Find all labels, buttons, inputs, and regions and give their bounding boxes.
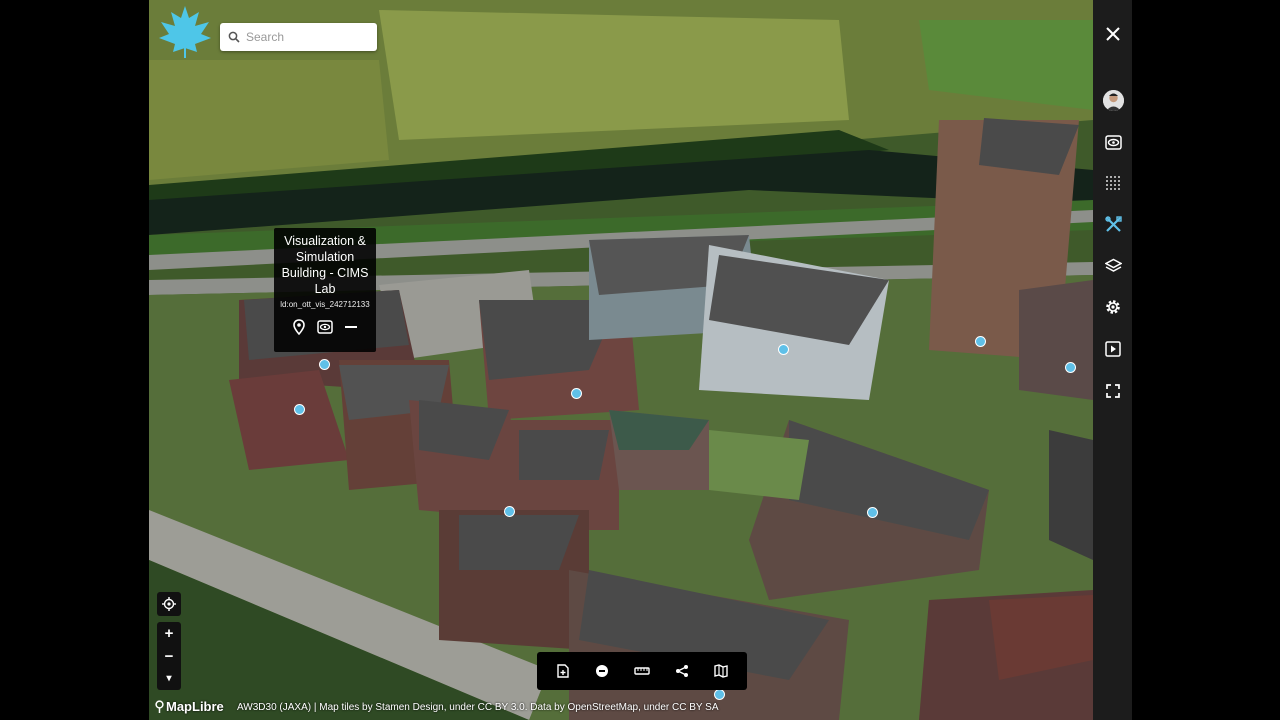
search-icon bbox=[228, 31, 240, 43]
layers-icon bbox=[1104, 258, 1122, 272]
building-marker[interactable] bbox=[504, 506, 515, 517]
app-logo-icon bbox=[159, 6, 211, 58]
settings-button[interactable] bbox=[1100, 294, 1126, 320]
new-file-icon[interactable] bbox=[551, 659, 575, 683]
app-window: Visualization & Simulation Building - CI… bbox=[0, 0, 1280, 720]
tools-button[interactable] bbox=[1100, 211, 1126, 237]
fullscreen-button[interactable] bbox=[1100, 378, 1126, 404]
grid-button[interactable] bbox=[1100, 170, 1126, 196]
geolocate-button[interactable] bbox=[157, 592, 181, 616]
user-profile-button[interactable] bbox=[1100, 87, 1126, 113]
layers-button[interactable] bbox=[1100, 253, 1126, 279]
maplibre-logo[interactable]: MapLibre bbox=[155, 699, 224, 714]
play-button[interactable] bbox=[1100, 336, 1126, 362]
building-marker[interactable] bbox=[867, 507, 878, 518]
building-marker[interactable] bbox=[975, 336, 986, 347]
close-icon bbox=[1106, 27, 1120, 41]
map-attribution[interactable]: AW3D30 (JAXA) | Map tiles by Stamen Desi… bbox=[237, 702, 719, 713]
grid-dots-icon bbox=[1106, 176, 1120, 190]
tools-icon bbox=[1104, 215, 1122, 232]
maplibre-pin-icon bbox=[155, 700, 164, 713]
building-marker[interactable] bbox=[1065, 362, 1076, 373]
ruler-icon[interactable] bbox=[630, 659, 654, 683]
zoom-out-button[interactable]: − bbox=[157, 645, 181, 668]
building-id: ld:on_ott_vis_242712133 bbox=[280, 300, 370, 309]
maplibre-label: MapLibre bbox=[166, 699, 224, 714]
view-button[interactable] bbox=[1100, 129, 1126, 155]
aerial-3d-scene[interactable] bbox=[149, 0, 1093, 720]
map-view[interactable]: Visualization & Simulation Building - CI… bbox=[149, 0, 1093, 720]
building-info-popup: Visualization & Simulation Building - CI… bbox=[274, 228, 376, 352]
building-marker[interactable] bbox=[571, 388, 582, 399]
fullscreen-icon bbox=[1106, 384, 1120, 398]
building-marker[interactable] bbox=[778, 344, 789, 355]
close-button[interactable] bbox=[1100, 21, 1126, 47]
compass-button[interactable]: ▾ bbox=[157, 667, 181, 690]
collapse-icon[interactable] bbox=[343, 319, 359, 335]
view-icon[interactable] bbox=[317, 319, 333, 335]
eye-icon bbox=[1104, 134, 1122, 150]
search-input[interactable] bbox=[246, 30, 366, 44]
building-title: Visualization & Simulation Building - CI… bbox=[281, 234, 369, 296]
map-icon[interactable] bbox=[709, 659, 733, 683]
building-marker[interactable] bbox=[294, 404, 305, 415]
search-box[interactable] bbox=[220, 23, 377, 51]
avatar bbox=[1102, 89, 1124, 111]
building-marker[interactable] bbox=[714, 689, 725, 700]
popup-actions bbox=[274, 319, 376, 335]
minus-circle-icon[interactable] bbox=[590, 659, 614, 683]
building-marker[interactable] bbox=[319, 359, 330, 370]
location-pin-icon[interactable] bbox=[291, 319, 307, 335]
zoom-in-button[interactable]: + bbox=[157, 622, 181, 645]
crosshair-icon bbox=[162, 597, 176, 611]
bottom-toolbar bbox=[537, 652, 747, 690]
play-icon bbox=[1105, 341, 1121, 357]
settings-icon bbox=[1106, 300, 1120, 314]
share-icon[interactable] bbox=[670, 659, 694, 683]
zoom-controls: + − ▾ bbox=[157, 622, 181, 690]
right-sidebar bbox=[1093, 0, 1132, 720]
